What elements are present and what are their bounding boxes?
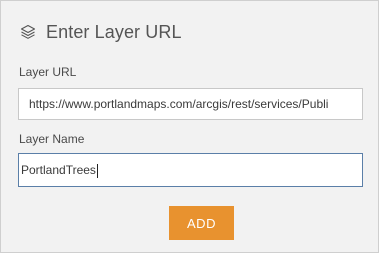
panel-header: Enter Layer URL (18, 18, 182, 46)
panel-title: Enter Layer URL (46, 21, 182, 42)
layer-url-value: https://www.portlandmaps.com/arcgis/rest… (29, 97, 329, 111)
layer-url-input[interactable]: https://www.portlandmaps.com/arcgis/rest… (18, 88, 363, 120)
layers-icon (18, 22, 38, 42)
layer-url-label: Layer URL (19, 65, 77, 79)
text-caret (96, 163, 98, 178)
add-button[interactable]: ADD (169, 206, 234, 240)
layer-name-value: PortlandTrees (21, 163, 96, 177)
layer-name-input[interactable]: PortlandTrees (18, 153, 363, 187)
layer-name-label: Layer Name (19, 132, 85, 146)
layers-icon-graphic (20, 24, 36, 39)
enter-layer-url-panel: Enter Layer URL Layer URL https://www.po… (0, 0, 379, 253)
